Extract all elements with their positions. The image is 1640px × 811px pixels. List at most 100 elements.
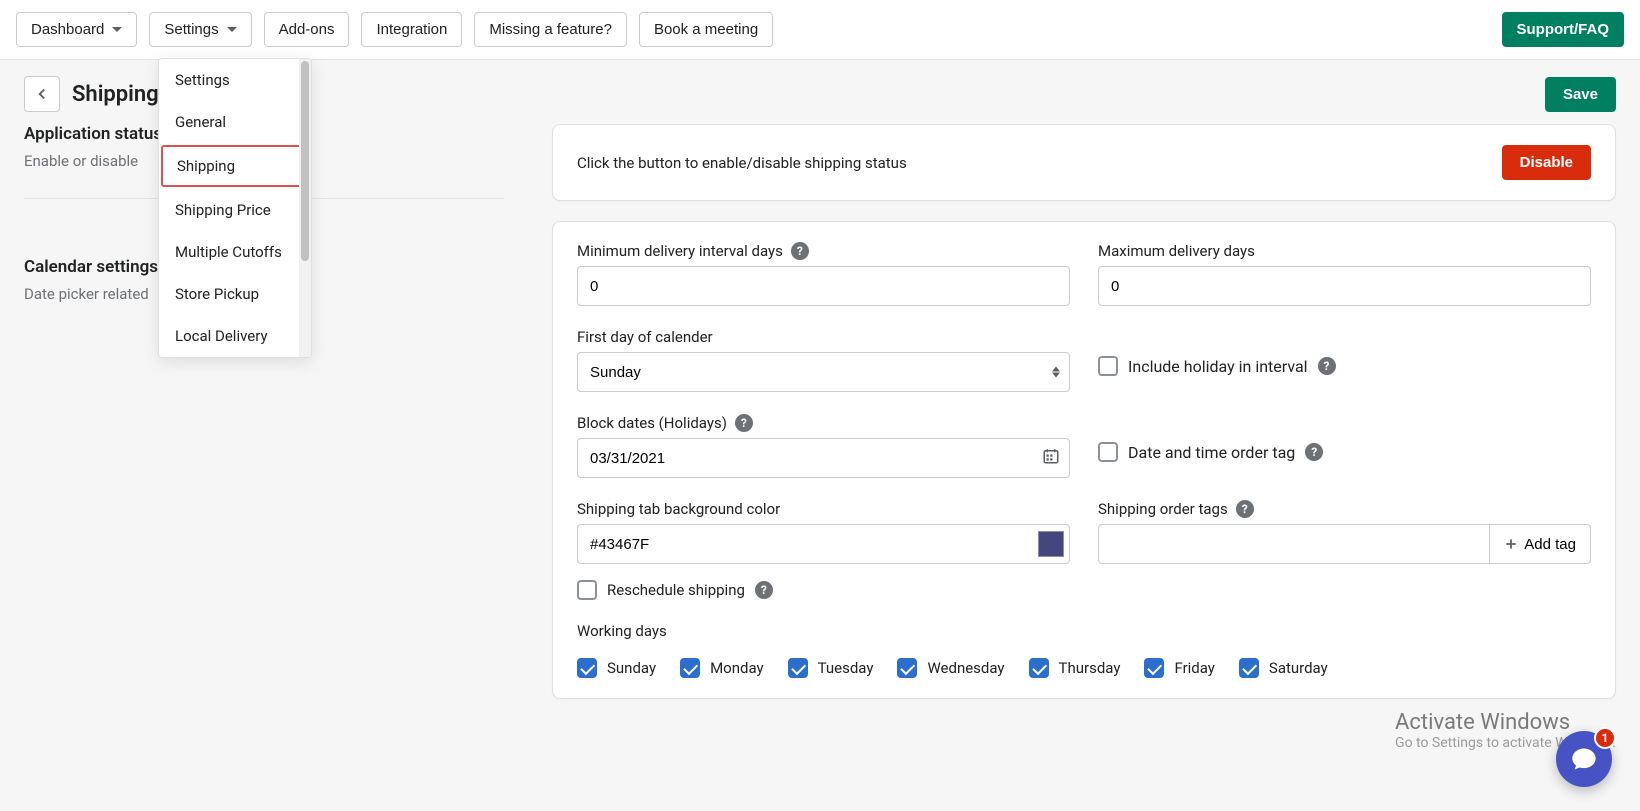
include-holiday-group: Include holiday in interval ? <box>1098 328 1591 392</box>
color-swatch[interactable] <box>1038 531 1064 557</box>
chat-button[interactable]: 1 <box>1556 731 1612 787</box>
reschedule-checkbox[interactable] <box>577 580 597 600</box>
block-dates-group: Block dates (Holidays) ? <box>577 414 1070 478</box>
day-checkbox-saturday[interactable] <box>1239 658 1259 678</box>
right-column: Click the button to enable/disable shipp… <box>552 124 1616 719</box>
day-checkbox-tuesday[interactable] <box>788 658 808 678</box>
addons-label: Add-ons <box>279 21 335 38</box>
block-dates-label: Block dates (Holidays) ? <box>577 414 1070 432</box>
top-nav: Dashboard Settings Add-ons Integration M… <box>0 0 1640 60</box>
include-holiday-checkbox[interactable] <box>1098 356 1118 376</box>
integration-label: Integration <box>376 21 447 38</box>
day-friday: Friday <box>1144 658 1214 678</box>
dropdown-item-settings[interactable]: Settings <box>159 59 311 101</box>
day-label: Tuesday <box>818 659 874 677</box>
chevron-down-icon <box>112 27 122 32</box>
bgcolor-input[interactable] <box>577 524 1070 564</box>
day-tuesday: Tuesday <box>788 658 874 678</box>
bgcolor-label: Shipping tab background color <box>577 500 1070 518</box>
support-label: Support/FAQ <box>1517 21 1610 38</box>
help-icon[interactable]: ? <box>1305 443 1323 461</box>
day-sunday: Sunday <box>577 658 656 678</box>
book-meeting-label: Book a meeting <box>654 21 758 38</box>
save-button[interactable]: Save <box>1545 77 1616 112</box>
day-wednesday: Wednesday <box>897 658 1004 678</box>
day-checkbox-thursday[interactable] <box>1029 658 1049 678</box>
calendar-icon[interactable] <box>1042 447 1060 469</box>
order-tags-label-text: Shipping order tags <box>1098 500 1228 518</box>
order-tags-group: Shipping order tags ? Add tag <box>1098 500 1591 600</box>
dropdown-item-general[interactable]: General <box>159 101 311 143</box>
back-button[interactable] <box>24 76 60 112</box>
help-icon[interactable]: ? <box>1318 357 1336 375</box>
calendar-settings-card: Minimum delivery interval days ? Maximum… <box>552 221 1616 699</box>
block-dates-input[interactable] <box>577 438 1070 478</box>
reschedule-label: Reschedule shipping <box>607 581 745 599</box>
day-label: Saturday <box>1269 659 1328 677</box>
day-label: Thursday <box>1059 659 1121 677</box>
day-checkbox-friday[interactable] <box>1144 658 1164 678</box>
min-interval-label-text: Minimum delivery interval days <box>577 242 783 260</box>
chat-badge: 1 <box>1594 727 1616 749</box>
day-checkbox-wednesday[interactable] <box>897 658 917 678</box>
datetime-tag-checkbox[interactable] <box>1098 442 1118 462</box>
help-icon[interactable]: ? <box>755 581 773 599</box>
support-button[interactable]: Support/FAQ <box>1502 12 1625 47</box>
add-tag-label: Add tag <box>1524 536 1576 553</box>
help-icon[interactable]: ? <box>791 242 809 260</box>
day-label: Monday <box>710 659 764 677</box>
max-days-input[interactable] <box>1098 266 1591 306</box>
min-interval-label: Minimum delivery interval days ? <box>577 242 1070 260</box>
settings-button[interactable]: Settings <box>149 12 251 47</box>
missing-feature-label: Missing a feature? <box>489 21 612 38</box>
max-days-label: Maximum delivery days <box>1098 242 1591 260</box>
day-label: Wednesday <box>927 659 1004 677</box>
day-saturday: Saturday <box>1239 658 1328 678</box>
arrow-left-icon <box>33 85 51 103</box>
day-label: Friday <box>1174 659 1214 677</box>
status-text: Click the button to enable/disable shipp… <box>577 154 907 172</box>
day-monday: Monday <box>680 658 764 678</box>
disable-button[interactable]: Disable <box>1502 145 1591 180</box>
block-dates-label-text: Block dates (Holidays) <box>577 414 727 432</box>
integration-button[interactable]: Integration <box>361 12 462 47</box>
chevron-down-icon <box>227 27 237 32</box>
datetime-tag-group: Date and time order tag ? <box>1098 414 1591 478</box>
order-tags-input[interactable] <box>1098 524 1489 564</box>
first-day-group: First day of calender <box>577 328 1070 392</box>
dropdown-item-shipping[interactable]: Shipping <box>161 145 309 187</box>
datetime-tag-label: Date and time order tag <box>1128 443 1295 462</box>
dropdown-item-multiple-cutoffs[interactable]: Multiple Cutoffs <box>159 231 311 273</box>
working-days-group: Working days Sunday Monday Tuesday <box>577 622 1591 678</box>
missing-feature-button[interactable]: Missing a feature? <box>474 12 627 47</box>
dropdown-item-store-pickup[interactable]: Store Pickup <box>159 273 311 315</box>
order-tags-label: Shipping order tags ? <box>1098 500 1591 518</box>
add-tag-button[interactable]: Add tag <box>1489 524 1591 564</box>
day-checkbox-sunday[interactable] <box>577 658 597 678</box>
dropdown-item-local-delivery[interactable]: Local Delivery <box>159 315 311 357</box>
settings-dropdown: Settings General Shipping Shipping Price… <box>158 58 312 358</box>
dropdown-scrollbar[interactable] <box>299 59 311 357</box>
dropdown-item-shipping-price[interactable]: Shipping Price <box>159 189 311 231</box>
dropdown-scroll-thumb[interactable] <box>301 61 309 261</box>
addons-button[interactable]: Add-ons <box>264 12 350 47</box>
max-days-group: Maximum delivery days <box>1098 242 1591 306</box>
help-icon[interactable]: ? <box>735 414 753 432</box>
plus-icon <box>1504 537 1518 551</box>
status-card: Click the button to enable/disable shipp… <box>552 124 1616 201</box>
help-icon[interactable]: ? <box>1236 500 1254 518</box>
day-checkbox-monday[interactable] <box>680 658 700 678</box>
day-label: Sunday <box>607 659 656 677</box>
include-holiday-label: Include holiday in interval <box>1128 357 1308 376</box>
dashboard-label: Dashboard <box>31 21 104 38</box>
page-title: Shipping <box>72 82 159 107</box>
settings-label: Settings <box>164 21 218 38</box>
book-meeting-button[interactable]: Book a meeting <box>639 12 773 47</box>
bgcolor-group: Shipping tab background color Reschedule… <box>577 500 1070 600</box>
first-day-select[interactable] <box>577 352 1070 392</box>
working-days-label: Working days <box>577 622 1591 640</box>
dashboard-button[interactable]: Dashboard <box>16 12 137 47</box>
first-day-label: First day of calender <box>577 328 1070 346</box>
min-interval-group: Minimum delivery interval days ? <box>577 242 1070 306</box>
min-interval-input[interactable] <box>577 266 1070 306</box>
